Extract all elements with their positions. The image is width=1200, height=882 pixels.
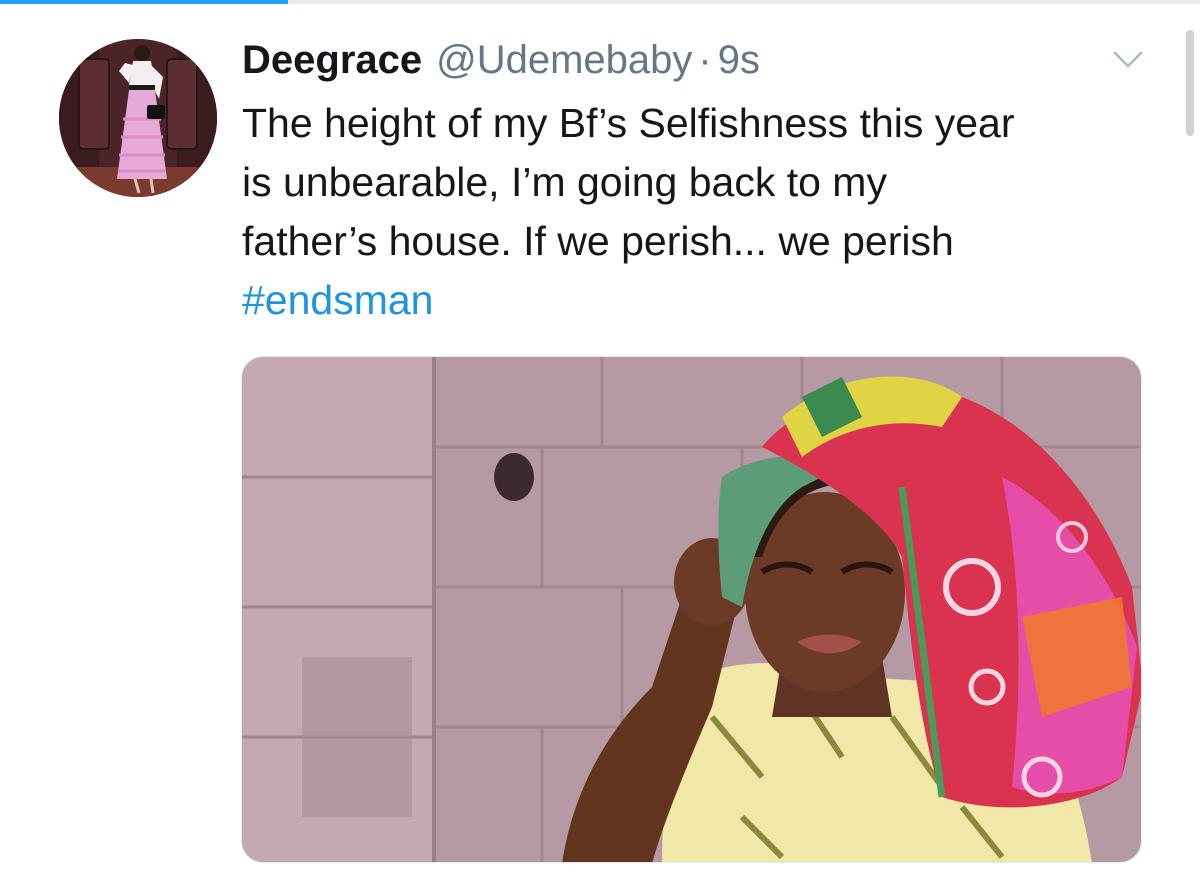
user-handle[interactable]: @Udemebaby	[436, 38, 692, 83]
tweet-text: The height of my Bf’s Selfishness this y…	[242, 94, 1162, 330]
hashtag-link[interactable]: #endsman	[242, 277, 433, 323]
avatar-photo	[59, 39, 217, 197]
top-progress-bar	[0, 0, 1200, 4]
chevron-down-icon	[1113, 51, 1143, 68]
avatar[interactable]	[59, 39, 217, 197]
tweet-text-line: The height of my Bf’s Selfishness this y…	[242, 100, 1015, 146]
tweet-media-image[interactable]	[241, 356, 1142, 863]
display-name[interactable]: Deegrace	[242, 38, 422, 83]
separator-dot: ·	[698, 38, 712, 82]
scrollbar-thumb[interactable]	[1186, 30, 1194, 136]
tweet-text-line: father’s house. If we perish... we peris…	[242, 218, 954, 264]
tweet-text-line: is unbearable, I’m going back to my	[242, 159, 887, 205]
tweet-timestamp[interactable]: 9s	[718, 38, 760, 83]
tweet-header: Deegrace @Udemebaby · 9s	[242, 38, 760, 88]
tweet-menu-button[interactable]	[1112, 44, 1144, 76]
top-progress-fill	[0, 0, 288, 4]
media-photo	[242, 357, 1141, 862]
